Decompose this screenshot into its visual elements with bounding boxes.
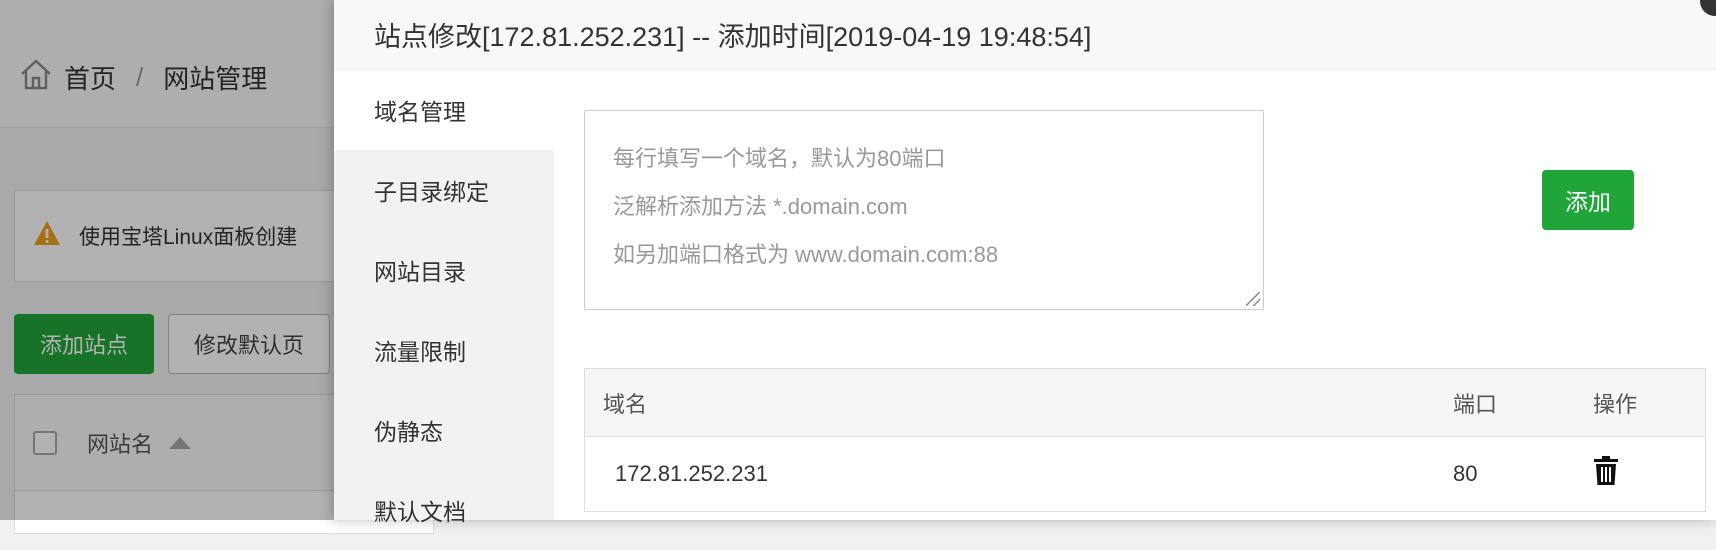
table-row: 172.81.252.231 80 [585,437,1705,511]
resize-grip-icon[interactable] [1246,292,1260,306]
domain-management-panel: 每行填写一个域名，默认为80端口 泛解析添加方法 *.domain.com 如另… [554,70,1716,520]
column-action: 操作 [1593,391,1638,417]
domain-cell: 172.81.252.231 [615,461,768,486]
action-cell [1593,456,1705,492]
column-port: 端口 [1453,391,1498,417]
domain-input-placeholder-line: 如另加端口格式为 www.domain.com:88 [613,242,999,267]
domain-table: 域名 端口 操作 172.81.252.231 80 [584,368,1706,512]
dialog-side-menu: 域名管理 子目录绑定 网站目录 流量限制 伪静态 默认文档 [334,70,554,525]
domain-input-placeholder-line: 每行填写一个域名，默认为80端口 [613,146,946,171]
menu-item-traffic-limit[interactable]: 流量限制 [334,310,554,390]
menu-item-site-directory[interactable]: 网站目录 [334,230,554,310]
trash-icon[interactable] [1593,456,1619,486]
menu-item-subdirectory-binding[interactable]: 子目录绑定 [334,150,554,230]
add-domain-button[interactable]: 添加 [1542,170,1634,230]
domain-input[interactable]: 每行填写一个域名，默认为80端口 泛解析添加方法 *.domain.com 如另… [584,110,1264,310]
site-edit-dialog: 站点修改[172.81.252.231] -- 添加时间[2019-04-19 … [334,0,1716,525]
domain-input-placeholder-line: 泛解析添加方法 *.domain.com [613,194,908,219]
port-cell: 80 [1453,461,1478,486]
menu-item-default-document[interactable]: 默认文档 [334,470,554,550]
column-domain: 域名 [603,391,648,417]
menu-item-domain-management[interactable]: 域名管理 [334,70,554,150]
menu-item-rewrite[interactable]: 伪静态 [334,390,554,470]
dialog-title: 站点修改[172.81.252.231] -- 添加时间[2019-04-19 … [334,0,1716,70]
domain-table-header: 域名 端口 操作 [585,369,1705,437]
